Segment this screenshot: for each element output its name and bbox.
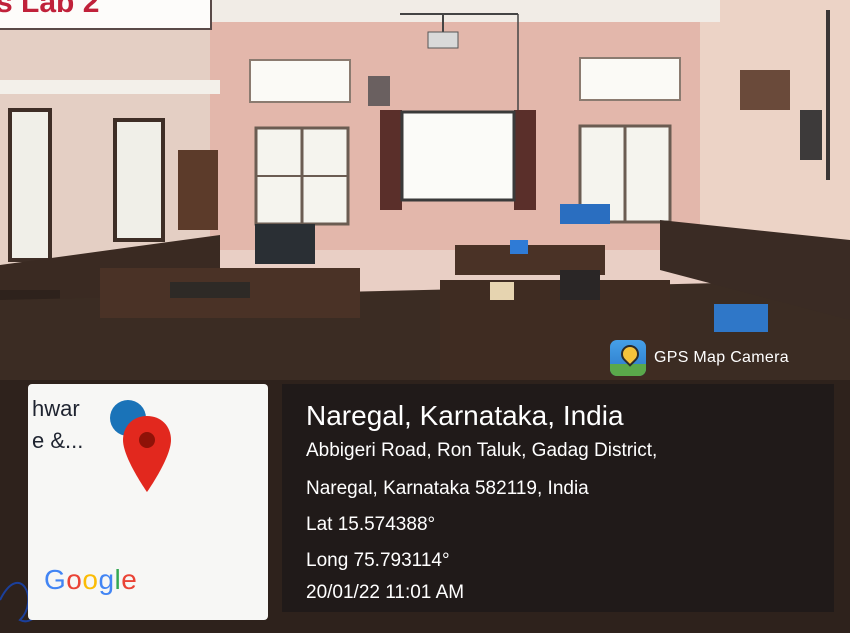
google-logo-letter: e	[121, 564, 138, 595]
equipment-3	[560, 270, 600, 300]
projector	[427, 31, 459, 49]
google-logo-letter: G	[44, 564, 67, 595]
google-logo-letter: o	[66, 564, 83, 595]
ceiling	[200, 0, 720, 22]
wall-device	[800, 110, 822, 160]
switch-box	[368, 76, 390, 106]
map-partial-label-1: hwar	[32, 396, 80, 421]
gps-camera-icon	[610, 340, 646, 376]
equipment-1	[255, 224, 315, 264]
map-pin-icon	[123, 416, 171, 492]
blue-box	[510, 240, 528, 254]
left-window-2	[113, 118, 165, 242]
gps-watermark: GPS Map Camera	[610, 340, 789, 376]
map-thumbnail: hwar e &... Google	[28, 384, 268, 620]
equipment-2	[490, 282, 514, 300]
top-label: s Lab 2	[0, 0, 212, 30]
gps-app-name: GPS Map Camera	[654, 349, 789, 366]
equipment-4	[170, 282, 250, 298]
curtain-right	[514, 110, 536, 210]
left-window-1	[8, 108, 52, 262]
top-label-text: s Lab 2	[0, 0, 100, 19]
google-logo-letter: g	[98, 564, 115, 595]
location-title: Naregal, Karnataka, India	[306, 400, 624, 431]
location-info-panel: Naregal, Karnataka, India Abbigeri Road,…	[282, 384, 834, 612]
blue-box-3	[560, 204, 610, 224]
blue-box-2	[714, 304, 768, 332]
longitude: Long 75.793114°	[306, 550, 450, 571]
curtain-left	[380, 110, 402, 210]
wall-chart	[740, 70, 790, 110]
address-line-1: Abbigeri Road, Ron Taluk, Gadag District…	[306, 440, 658, 461]
google-logo: Google	[44, 564, 137, 596]
left-shelf	[0, 80, 220, 94]
google-logo-text: Google	[44, 564, 137, 595]
upper-window-left	[249, 59, 351, 103]
map-partial-label-2: e &...	[32, 428, 84, 453]
latitude: Lat 15.574388°	[306, 514, 436, 535]
cupboard	[178, 150, 218, 230]
datetime: 20/01/22 11:01 AM	[306, 582, 465, 603]
address-line-2: Naregal, Karnataka 582119, India	[306, 478, 589, 499]
upper-window-right	[579, 57, 681, 101]
projector-screen	[400, 110, 516, 202]
google-logo-letter: o	[82, 564, 99, 595]
